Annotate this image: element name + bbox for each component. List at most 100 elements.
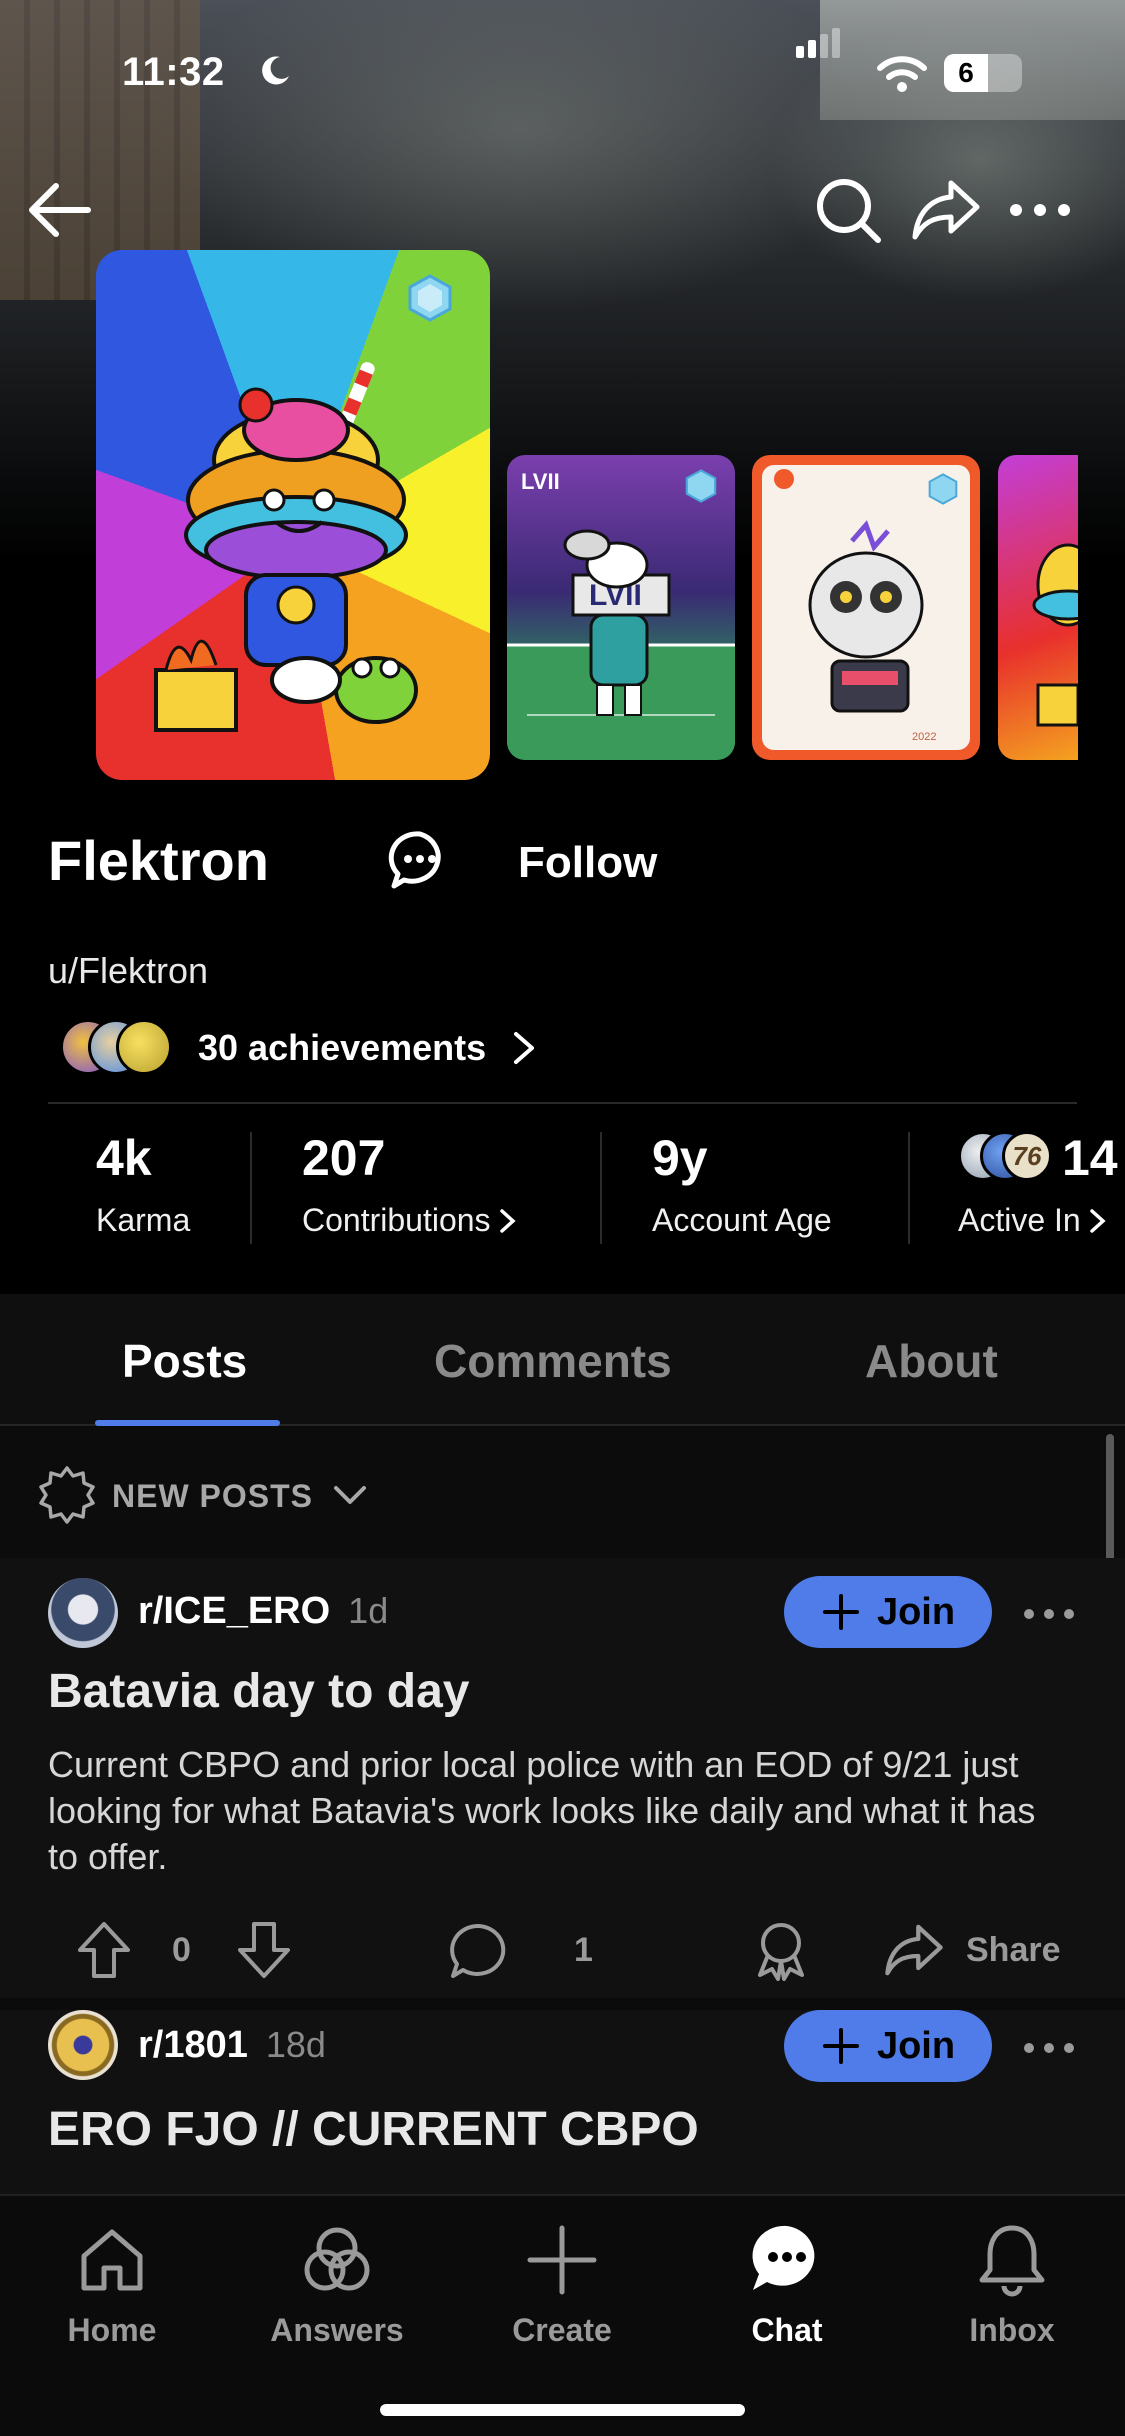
achievements-row[interactable]: 30 achievements [60,1018,536,1078]
tab-about[interactable]: About [865,1334,998,1388]
profile-tabs: Posts Comments About [0,1294,1125,1426]
downvote-button[interactable] [236,1910,292,1990]
achievement-badges [60,1019,176,1077]
post-more-icon[interactable] [1022,2038,1076,2058]
upvote-arrow-icon [78,1922,130,1978]
active-in-label: Active In [958,1202,1081,1238]
vote-count: 0 [172,1930,191,1969]
tab-comments[interactable]: Comments [434,1334,672,1388]
gem-icon [685,469,717,503]
post-card[interactable]: r/1801 18d Join ERO FJO // CURRENT CBPO [0,2010,1125,2220]
upvote-button[interactable] [76,1910,132,1990]
battery-level: 6 [944,54,988,92]
post-age: 1d [348,1590,389,1631]
more-options-button[interactable] [1000,170,1080,250]
account-age-value: 9y [652,1130,708,1186]
collectible-card-superbowl[interactable]: LVII LVII [507,455,735,760]
post-title[interactable]: Batavia day to day [48,1664,470,1719]
stat-active-in[interactable]: 76 14 Active In [958,1128,1118,1239]
nav-answers[interactable]: Answers [257,2220,417,2349]
subreddit-name[interactable]: r/1801 [138,2024,248,2066]
post-card[interactable]: r/ICE_ERO 1d Join Batavia day to day Curr… [0,1558,1125,1998]
nav-create[interactable]: Create [482,2220,642,2349]
username: u/Flektron [48,950,209,991]
stat-contributions[interactable]: 207 Contributions [302,1128,517,1239]
collectible-illustration: 2022 [774,469,936,743]
search-icon [817,179,881,243]
gem-icon [928,473,958,505]
contributions-value: 207 [302,1130,386,1186]
share-label: Share [966,1930,1061,1969]
nav-answers-label: Answers [270,2312,404,2348]
join-button[interactable]: Join [784,1576,992,1648]
status-time: 11:32 [122,50,225,94]
subreddit-name[interactable]: r/ICE_ERO [138,1590,330,1632]
active-in-value: 14 [1062,1130,1118,1186]
stat-karma: 4k Karma [96,1128,190,1239]
search-button[interactable] [808,170,888,250]
share-profile-button[interactable] [906,170,986,250]
back-button[interactable] [20,170,100,250]
plus-icon [527,2225,597,2295]
bell-icon [979,2225,1045,2297]
subreddit-row: r/ICE_ERO 1d [138,1590,388,1633]
stat-separator [600,1132,602,1244]
share-icon [912,180,980,240]
sort-label: NEW POSTS [112,1478,314,1514]
comments-button[interactable] [448,1910,510,1990]
start-chat-button[interactable] [388,828,452,892]
achievements-label: 30 achievements [198,1027,487,1068]
moon-icon [262,56,289,85]
profile-stats: 4k Karma 207 Contributions 9y Account Ag… [0,1128,1125,1248]
plus-icon [822,2028,859,2064]
collectible-card-partial[interactable] [998,455,1078,760]
wifi-icon [877,56,927,92]
contributions-label-row: Contributions [302,1202,517,1239]
display-name: Flektron [48,829,269,892]
collectible-card-panda[interactable]: 2022 [752,455,980,760]
chevron-right-icon [499,1208,516,1233]
nav-inbox[interactable]: Inbox [932,2220,1092,2349]
post-actions: 0 1 Share [0,1910,1125,1990]
join-button[interactable]: Join [784,2010,992,2082]
share-button[interactable]: Share [884,1910,1061,1990]
chevron-down-icon [334,1486,366,1504]
community-badge-76: 76 [1002,1131,1052,1181]
home-indicator [380,2404,745,2416]
stat-separator [250,1132,252,1244]
subreddit-avatar[interactable] [48,2010,118,2080]
sort-bar[interactable]: NEW POSTS [0,1428,1125,1558]
downvote-arrow-icon [238,1922,290,1978]
active-in-label-row: Active In [958,1202,1118,1239]
nav-chat[interactable]: Chat [707,2220,867,2349]
sparkle-badge-icon [39,1466,95,1524]
snoovatar-illustration [154,362,418,732]
follow-button[interactable]: Follow [518,838,657,888]
active-in-value-row: 76 14 [958,1128,1118,1188]
active-communities-icons: 76 [958,1129,1052,1187]
status-bar: 11:32 6 [0,28,1125,110]
ellipsis-icon [1010,204,1070,216]
post-more-icon[interactable] [1022,1604,1076,1624]
chevron-right-icon [514,1032,535,1064]
post-body[interactable]: Current CBPO and prior local police with… [48,1742,1068,1880]
tab-posts[interactable]: Posts [122,1334,247,1388]
answers-icon [304,2227,370,2291]
comment-count: 1 [574,1930,593,1969]
account-age-label: Account Age [652,1202,832,1238]
join-label: Join [876,2024,956,2067]
chevron-right-icon [1089,1208,1106,1233]
nav-home-label: Home [67,2312,157,2348]
nav-chat-label: Chat [751,2312,823,2348]
home-icon [81,2229,143,2291]
chat-icon [752,2225,815,2290]
subreddit-avatar[interactable] [48,1578,118,1648]
collectible-illustration [1032,543,1078,727]
award-button[interactable] [752,1910,810,1990]
profile-feed: Posts Comments About NEW POSTS r/ICE_ERO… [0,1294,1125,2220]
nav-create-label: Create [512,2312,612,2348]
nav-home[interactable]: Home [32,2220,192,2349]
post-title[interactable]: ERO FJO // CURRENT CBPO [48,2102,699,2157]
subreddit-row: r/1801 18d [138,2024,326,2067]
avatar-card[interactable] [96,250,490,780]
